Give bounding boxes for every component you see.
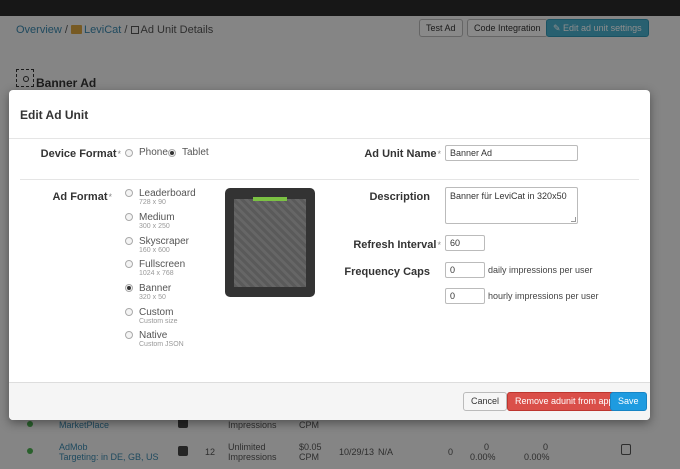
radio-button-icon [125, 260, 133, 268]
hourly-frequency-cap-input[interactable]: 0 [445, 288, 485, 304]
ad-format-fullscreen-radio[interactable]: Fullscreen 1024 x 768 [125, 259, 185, 278]
ad-format-native-radio[interactable]: Native Custom JSON [125, 330, 184, 349]
radio-button-icon [125, 213, 133, 221]
daily-frequency-cap-input[interactable]: 0 [445, 262, 485, 278]
daily-frequency-cap-suffix: daily impressions per user [488, 265, 593, 275]
ad-format-banner-radio[interactable]: Banner 320 x 50 [125, 283, 171, 302]
ad-format-skyscraper-radio[interactable]: Skyscraper 160 x 600 [125, 236, 189, 255]
modal-header: Edit Ad Unit [9, 90, 650, 139]
frequency-caps-label: Frequency Caps [344, 266, 430, 278]
hourly-frequency-cap-suffix: hourly impressions per user [488, 291, 599, 301]
tablet-preview [225, 188, 315, 297]
ad-format-medium-radio[interactable]: Medium 300 x 250 [125, 212, 175, 231]
description-textarea[interactable]: Banner für LeviCat in 320x50 [445, 187, 578, 224]
radio-button-icon [125, 308, 133, 316]
device-format-phone-radio[interactable]: Phone [125, 148, 168, 158]
radio-button-selected-icon [168, 149, 176, 157]
tablet-screen [234, 199, 306, 287]
ad-unit-name-input[interactable]: Banner Ad [445, 145, 578, 161]
banner-placement-indicator [253, 197, 287, 201]
ad-format-leaderboard-radio[interactable]: Leaderboard 728 x 90 [125, 188, 196, 207]
device-format-tablet-radio[interactable]: Tablet [168, 148, 209, 158]
section-divider [20, 179, 639, 180]
modal-title: Edit Ad Unit [20, 108, 89, 122]
cancel-button[interactable]: Cancel [463, 392, 508, 411]
edit-ad-unit-modal: Edit Ad Unit Device Format* Phone Tablet… [9, 90, 650, 420]
remove-adunit-button[interactable]: Remove adunit from app [507, 392, 622, 411]
ad-unit-name-label: Ad Unit Name* [364, 148, 441, 160]
radio-button-icon [125, 189, 133, 197]
device-format-label: Device Format* [40, 148, 121, 160]
refresh-interval-input[interactable]: 60 [445, 235, 485, 251]
ad-format-custom-radio[interactable]: Custom Custom size [125, 307, 178, 326]
ad-format-label: Ad Format* [52, 191, 112, 203]
radio-button-icon [125, 331, 133, 339]
radio-button-icon [125, 149, 133, 157]
refresh-interval-label: Refresh Interval* [353, 239, 441, 251]
save-button[interactable]: Save [610, 392, 647, 411]
radio-button-icon [125, 237, 133, 245]
resize-grip-icon[interactable] [571, 217, 576, 222]
radio-button-selected-icon [125, 284, 133, 292]
description-label: Description [369, 191, 430, 203]
